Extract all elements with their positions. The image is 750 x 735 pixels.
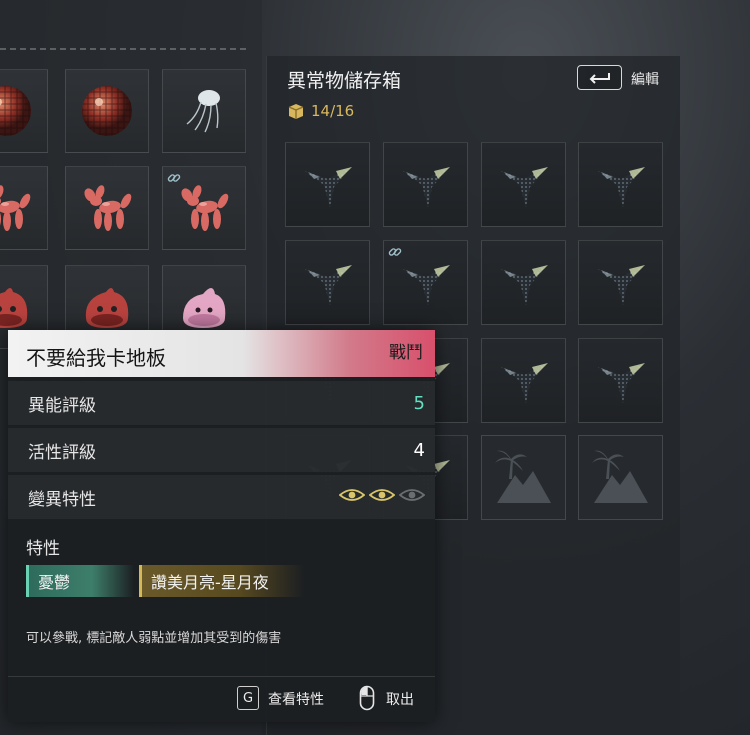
inventory-slot[interactable] (162, 69, 246, 153)
trait-chip-melancholy[interactable]: 憂鬱 (26, 565, 134, 597)
edit-key-button[interactable] (577, 65, 622, 90)
storage-slot[interactable] (481, 338, 566, 423)
island-placeholder-icon (586, 445, 656, 511)
item-name: 不要給我卡地板 (26, 346, 166, 370)
disco-ball-icon (0, 80, 37, 142)
tooltip-header: 不要給我卡地板 戰鬥 (8, 330, 435, 377)
storage-slot[interactable] (481, 142, 566, 227)
inventory-slot[interactable] (65, 69, 149, 153)
tooltip-footer: G 查看特性 取出 (8, 676, 435, 722)
ray-anomaly-icon (398, 157, 454, 213)
cancel-label[interactable]: 取出 (386, 689, 414, 709)
mouse-click-icon[interactable] (359, 685, 375, 715)
item-description: 可以參戰, 標記敵人弱點並增加其受到的傷害 (26, 631, 282, 646)
capacity-count: 14/16 (311, 102, 355, 120)
link-icon (167, 170, 181, 189)
storage-title: 異常物儲存箱 (287, 70, 402, 92)
ray-anomaly-icon (300, 255, 356, 311)
traits-title: 特性 (26, 539, 60, 559)
balloon-dog-icon (173, 177, 235, 239)
inventory-slot[interactable] (65, 166, 149, 250)
stat-label: 活性評級 (28, 442, 96, 463)
storage-slot[interactable] (578, 240, 663, 325)
storage-slot[interactable] (383, 240, 468, 325)
eye-filled-icon (338, 487, 366, 507)
inventory-slot[interactable] (0, 166, 48, 250)
stat-value: 5 (413, 392, 425, 414)
link-icon (388, 244, 402, 263)
g-key-icon[interactable]: G (237, 686, 259, 710)
mutation-eyes (338, 487, 426, 507)
inventory-divider (0, 48, 246, 50)
eye-filled-icon (368, 487, 396, 507)
red-blob-icon (0, 276, 37, 338)
balloon-dog-icon (0, 177, 37, 239)
ray-anomaly-icon (593, 157, 649, 213)
stat-row-activity: 活性評級 4 (8, 428, 435, 472)
stat-label: 異能評級 (28, 395, 96, 416)
ray-anomaly-icon (496, 353, 552, 409)
jellyfish-icon (173, 80, 235, 142)
inventory-slot[interactable] (162, 166, 246, 250)
storage-slot[interactable] (285, 240, 370, 325)
stat-row-mutation: 變異特性 (8, 475, 435, 519)
item-category: 戰鬥 (389, 343, 423, 363)
enter-key-icon (589, 72, 610, 84)
inventory-slot[interactable] (0, 69, 48, 153)
ray-anomaly-icon (593, 255, 649, 311)
red-blob-icon (76, 276, 138, 338)
storage-slot-empty[interactable] (481, 435, 566, 520)
ray-anomaly-icon (398, 255, 454, 311)
storage-slot[interactable] (578, 338, 663, 423)
storage-slot[interactable] (578, 142, 663, 227)
eye-empty-icon (398, 487, 426, 507)
pink-blob-icon (173, 276, 235, 338)
edit-label[interactable]: 編輯 (631, 69, 659, 89)
stat-label: 變異特性 (28, 489, 96, 510)
storage-slot[interactable] (481, 240, 566, 325)
stat-row-ability: 異能評級 5 (8, 381, 435, 425)
ray-anomaly-icon (593, 353, 649, 409)
view-traits-label[interactable]: 查看特性 (268, 689, 324, 709)
item-tooltip: 不要給我卡地板 戰鬥 異能評級 5 活性評級 4 變異特性 特性 憂鬱 讚美月亮… (8, 330, 435, 722)
storage-slot[interactable] (285, 142, 370, 227)
trait-chip-moon[interactable]: 讚美月亮-星月夜 (139, 565, 304, 597)
ray-anomaly-icon (496, 157, 552, 213)
ray-anomaly-icon (496, 255, 552, 311)
balloon-dog-icon (76, 177, 138, 239)
storage-slot-empty[interactable] (578, 435, 663, 520)
disco-ball-icon (76, 80, 138, 142)
stat-value: 4 (413, 439, 425, 461)
box-icon (287, 102, 305, 124)
ray-anomaly-icon (300, 157, 356, 213)
storage-slot[interactable] (383, 142, 468, 227)
island-placeholder-icon (489, 445, 559, 511)
